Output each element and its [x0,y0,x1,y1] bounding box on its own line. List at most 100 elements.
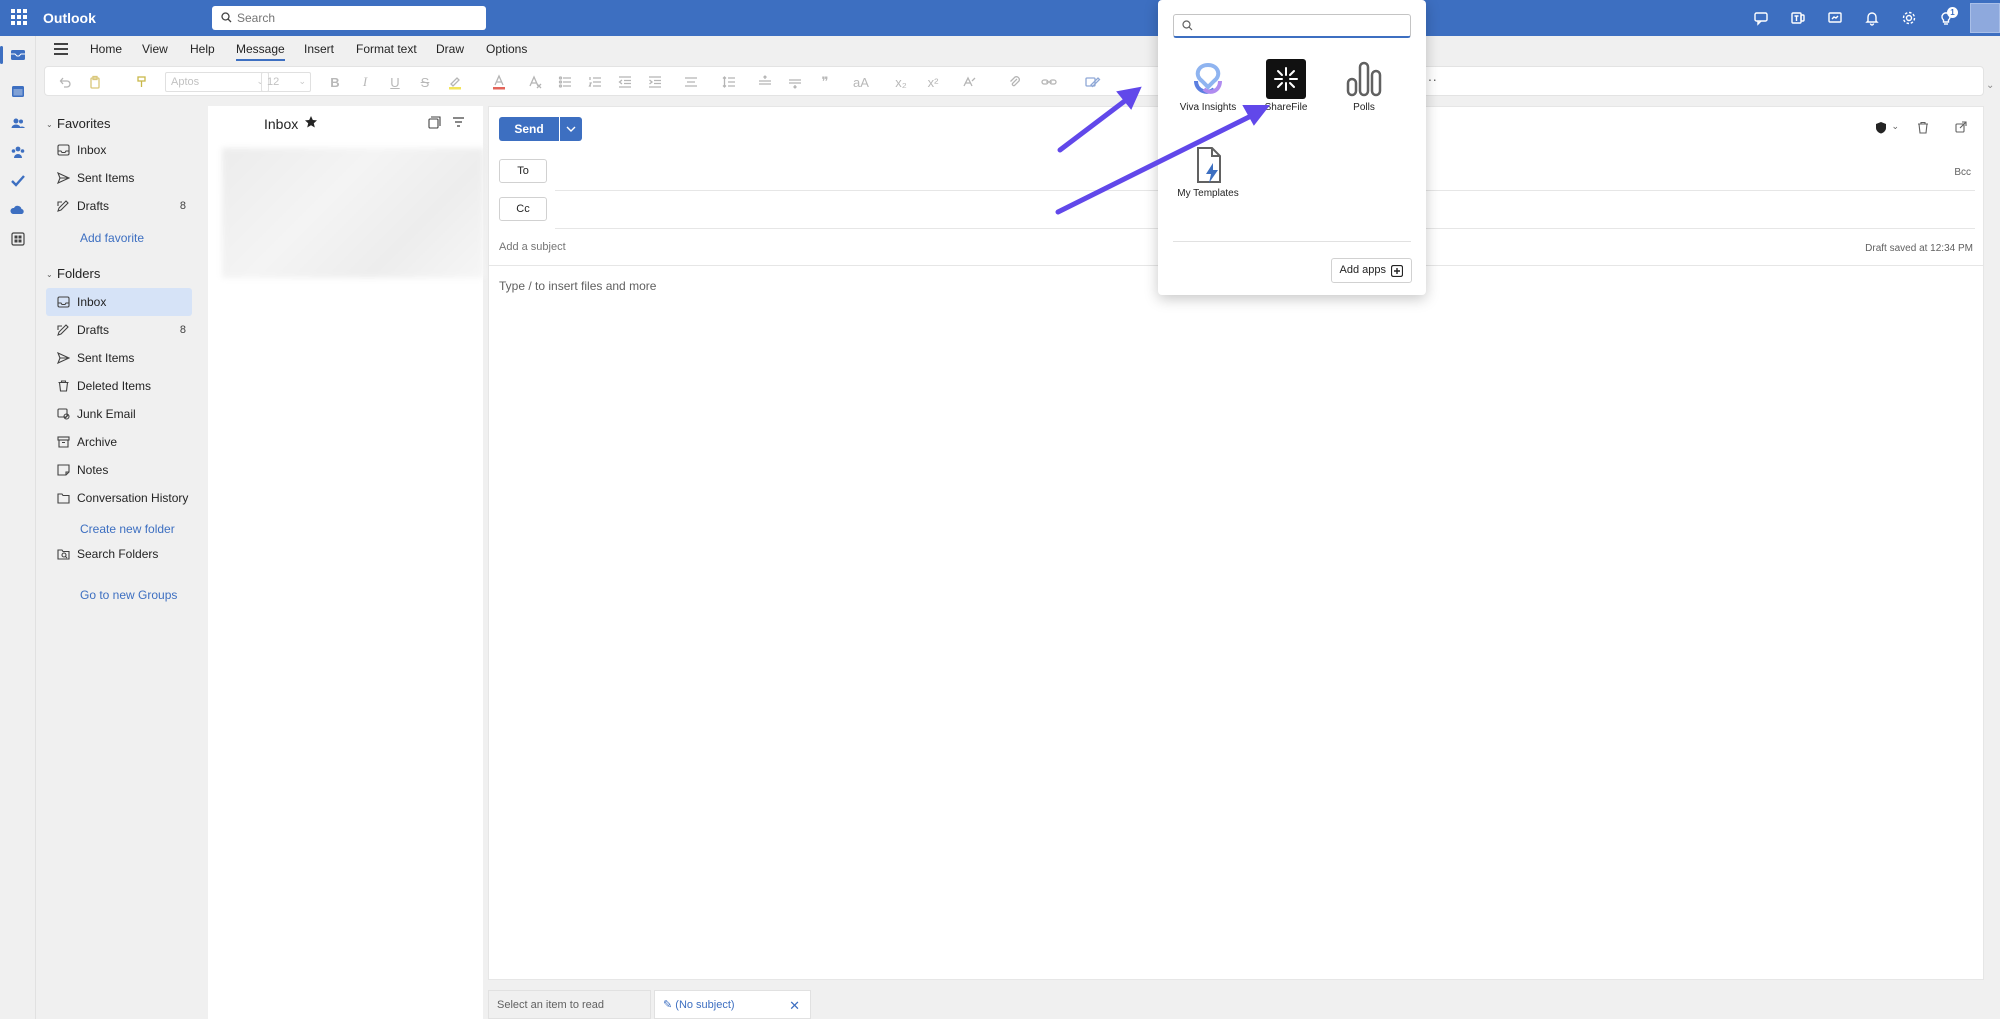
underline-icon[interactable]: U [387,74,403,90]
favorite-item-inbox[interactable]: Inbox [46,136,192,164]
tab-help[interactable]: Help [190,42,215,56]
add-favorite-link[interactable]: Add favorite [80,231,144,245]
folder-item-conversation-history[interactable]: Conversation History [46,484,192,512]
discard-icon[interactable] [1917,121,1929,134]
search-input[interactable] [237,9,477,27]
close-icon[interactable]: ✕ [789,991,800,1019]
font-color-icon[interactable] [491,74,507,90]
search-box[interactable] [212,6,486,30]
attach-icon[interactable] [1007,74,1023,90]
decrease-indent-icon[interactable] [617,74,633,90]
add-apps-button[interactable]: Add apps [1330,258,1412,283]
go-to-groups-link[interactable]: Go to new Groups [80,588,177,602]
ribbon-expand-icon[interactable]: ⌄ [1986,80,1994,91]
whiteboard-icon[interactable] [1816,0,1853,36]
gear-icon[interactable] [1890,0,1927,36]
folder-item-inbox[interactable]: Inbox [46,288,192,316]
format-painter-icon[interactable] [133,74,149,90]
chevron-down-icon[interactable]: ⌄ [1891,121,1899,132]
tab-home[interactable]: Home [90,42,122,56]
tab-message[interactable]: Message [236,42,285,61]
chat-icon[interactable] [1742,0,1779,36]
favorites-header[interactable]: ⌄ Favorites [46,116,110,131]
folder-item-archive[interactable]: Archive [46,428,192,456]
clear-formatting-icon[interactable] [527,74,543,90]
link-icon[interactable] [1041,74,1057,90]
tab-draw[interactable]: Draw [436,42,464,56]
folder-item-junk-email[interactable]: Junk Email [46,400,192,428]
bullets-icon[interactable] [557,74,573,90]
calendar-icon[interactable] [0,76,36,106]
strikethrough-icon[interactable]: S [417,74,433,90]
star-icon[interactable] [304,115,318,129]
folder-item-notes[interactable]: Notes [46,456,192,484]
signature-icon[interactable] [1085,74,1101,90]
line-spacing-icon[interactable] [721,74,737,90]
folder-item-drafts[interactable]: Drafts 8 [46,316,192,344]
bell-icon[interactable] [1853,0,1890,36]
increase-indent-icon[interactable] [647,74,663,90]
hamburger-menu-icon[interactable] [54,43,68,55]
todo-icon[interactable] [0,166,36,196]
app-sharefile[interactable]: ShareFile [1251,59,1321,113]
app-launcher-icon[interactable] [11,9,27,25]
filter-icon[interactable] [452,116,465,129]
popup-divider [1173,241,1411,242]
folder-item-sent-items[interactable]: Sent Items [46,344,192,372]
sensitivity-icon[interactable] [1875,121,1887,134]
tab-options[interactable]: Options [486,42,527,56]
paste-icon[interactable] [87,74,103,90]
italic-icon[interactable]: I [357,74,373,90]
mail-icon[interactable] [0,40,36,70]
subscript-icon[interactable]: x₂ [893,74,909,90]
more-apps-icon[interactable] [0,224,36,254]
app-rail [0,36,36,1019]
font-name-select[interactable]: Aptos ⌄ [165,72,269,92]
teams-icon[interactable] [1779,0,1816,36]
to-button[interactable]: To [499,159,547,183]
send-icon [56,171,70,185]
people-icon[interactable] [0,108,36,138]
folder-item-search-folders[interactable]: Search Folders [46,540,192,568]
folder-item-deleted-items[interactable]: Deleted Items [46,372,192,400]
avatar[interactable] [1970,3,2000,33]
app-title[interactable]: Outlook [43,10,96,26]
tab-insert[interactable]: Insert [304,42,334,56]
groups-icon[interactable] [0,137,36,167]
app-polls[interactable]: Polls [1329,59,1399,113]
apps-search-input[interactable] [1200,18,1400,33]
cc-button[interactable]: Cc [499,197,547,221]
superscript-icon[interactable]: x² [925,74,941,90]
send-button[interactable]: Send [499,117,559,141]
tab-format-text[interactable]: Format text [356,42,417,56]
message-body[interactable]: Type / to insert files and more [499,279,656,293]
app-my-templates[interactable]: My Templates [1173,145,1243,199]
create-new-folder-link[interactable]: Create new folder [80,522,175,536]
tab-select-item[interactable]: Select an item to read [488,990,651,1019]
numbering-icon[interactable] [587,74,603,90]
align-icon[interactable] [683,74,699,90]
quote-icon[interactable]: ❞ [817,74,833,90]
paragraph-below-icon[interactable] [787,74,803,90]
send-options-button[interactable] [560,117,582,141]
paragraph-spacing-icon[interactable] [757,74,773,90]
select-mode-icon[interactable] [428,116,441,129]
tab-draft[interactable]: ✎ (No subject) ✕ [654,990,811,1019]
undo-icon[interactable] [57,74,73,90]
folders-header[interactable]: ⌄ Folders [46,266,100,281]
apps-search-box[interactable] [1173,14,1411,38]
lightbulb-icon[interactable]: 1 [1927,0,1964,36]
font-size-select[interactable]: 12 ⌄ [261,72,311,92]
pop-out-icon[interactable] [1955,121,1967,133]
favorite-item-drafts[interactable]: Drafts 8 [46,192,192,220]
change-case-icon[interactable]: aA [853,74,869,90]
onedrive-icon[interactable] [0,195,36,225]
bold-icon[interactable]: B [327,74,343,90]
highlight-icon[interactable] [447,74,463,90]
tab-view[interactable]: View [142,42,168,56]
subject-input[interactable] [499,241,1099,253]
app-viva-insights[interactable]: Viva Insights [1173,59,1243,113]
bcc-button[interactable]: Bcc [1954,167,1971,178]
styles-icon[interactable] [961,74,977,90]
favorite-item-sent-items[interactable]: Sent Items [46,164,192,192]
